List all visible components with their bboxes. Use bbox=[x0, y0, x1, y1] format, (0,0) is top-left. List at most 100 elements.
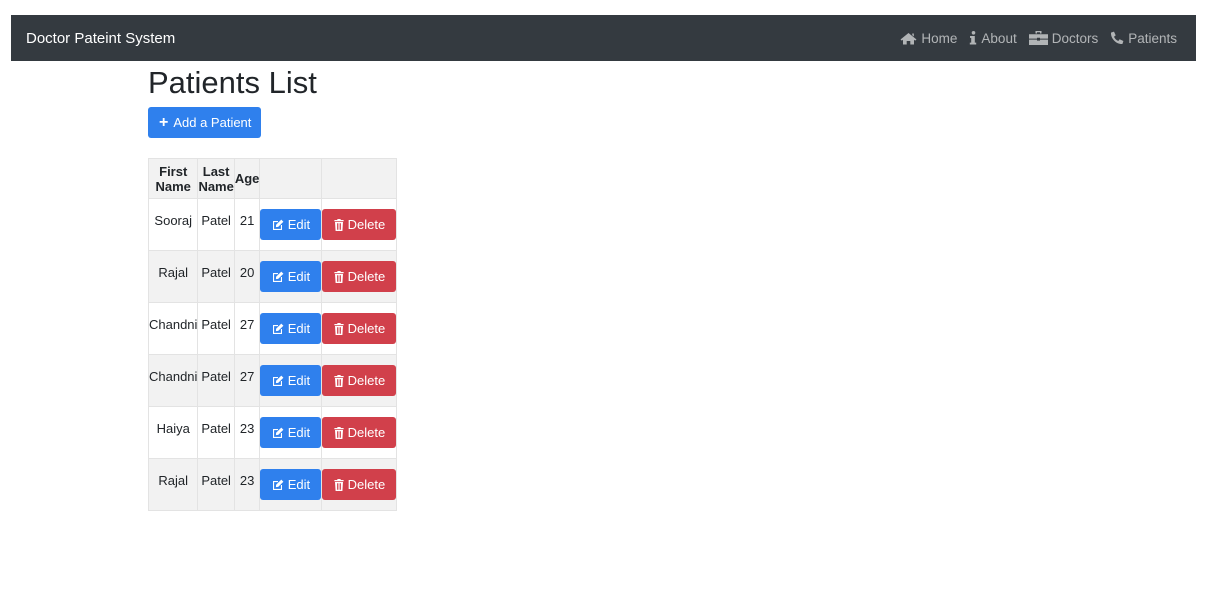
home-icon bbox=[900, 32, 917, 45]
nav-link-home-label: Home bbox=[921, 30, 958, 46]
delete-label: Delete bbox=[347, 217, 386, 232]
edit-icon bbox=[272, 479, 284, 491]
nav-link-doctors[interactable]: Doctors bbox=[1028, 30, 1099, 46]
delete-cell: Delete bbox=[321, 354, 398, 407]
delete-label: Delete bbox=[347, 321, 386, 336]
delete-cell: Delete bbox=[321, 406, 398, 459]
nav-link-patients-label: Patients bbox=[1128, 30, 1177, 46]
edit-icon bbox=[272, 375, 284, 387]
table-row: Haiya Patel 23 Edit Delete bbox=[147, 406, 398, 459]
edit-button[interactable]: Edit bbox=[260, 313, 322, 344]
top-navbar: Doctor Pateint System Home About Doctors… bbox=[11, 15, 1196, 61]
page-title: Patients List bbox=[148, 65, 317, 100]
edit-icon bbox=[272, 219, 284, 231]
patients-table-body: Sooraj Patel 21 Edit Delete Rajal Patel … bbox=[147, 198, 398, 511]
delete-label: Delete bbox=[347, 477, 386, 492]
delete-button[interactable]: Delete bbox=[322, 417, 397, 448]
delete-button[interactable]: Delete bbox=[322, 365, 397, 396]
edit-label: Edit bbox=[287, 269, 311, 284]
edit-icon bbox=[272, 323, 284, 335]
navbar-brand[interactable]: Doctor Pateint System bbox=[26, 30, 175, 47]
phone-icon bbox=[1110, 31, 1124, 45]
briefcase-icon bbox=[1028, 31, 1048, 45]
last-name-cell: Patel bbox=[197, 250, 235, 303]
last-name-cell: Patel bbox=[197, 198, 235, 251]
nav-link-home[interactable]: Home bbox=[900, 31, 957, 46]
table-row: Chandni Patel 27 Edit Delete bbox=[147, 302, 398, 355]
edit-button[interactable]: Edit bbox=[260, 469, 322, 500]
edit-button[interactable]: Edit bbox=[260, 417, 322, 448]
first-name-cell: Chandni bbox=[147, 354, 199, 407]
first-name-cell: Rajal bbox=[147, 458, 199, 511]
trash-icon bbox=[334, 426, 344, 439]
delete-button[interactable]: Delete bbox=[322, 209, 397, 240]
last-name-cell: Patel bbox=[197, 458, 235, 511]
delete-cell: Delete bbox=[321, 250, 398, 303]
main-content: Patients List + Add a Patient First Name… bbox=[147, 64, 398, 511]
edit-cell: Edit bbox=[259, 198, 323, 251]
delete-button[interactable]: Delete bbox=[322, 313, 397, 344]
table-row: Sooraj Patel 21 Edit Delete bbox=[147, 198, 398, 251]
trash-icon bbox=[334, 322, 344, 335]
delete-label: Delete bbox=[347, 373, 386, 388]
header-age: Age bbox=[233, 158, 261, 199]
edit-button[interactable]: Edit bbox=[260, 261, 322, 292]
plus-icon: + bbox=[159, 113, 169, 131]
edit-icon bbox=[272, 427, 284, 439]
header-last-name: Last Name bbox=[197, 158, 235, 199]
edit-cell: Edit bbox=[259, 354, 323, 407]
first-name-cell: Haiya bbox=[147, 406, 199, 459]
edit-cell: Edit bbox=[259, 302, 323, 355]
trash-icon bbox=[334, 374, 344, 387]
add-patient-button[interactable]: + Add a Patient bbox=[148, 107, 262, 138]
age-cell: 23 bbox=[233, 458, 261, 511]
age-cell: 27 bbox=[233, 302, 261, 355]
nav-link-doctors-label: Doctors bbox=[1051, 30, 1099, 46]
patients-table: First Name Last Name Age Sooraj Patel 21… bbox=[147, 158, 398, 511]
delete-button[interactable]: Delete bbox=[322, 261, 397, 292]
age-cell: 27 bbox=[233, 354, 261, 407]
delete-cell: Delete bbox=[321, 198, 398, 251]
trash-icon bbox=[334, 478, 344, 491]
first-name-cell: Sooraj bbox=[147, 198, 199, 251]
delete-label: Delete bbox=[347, 425, 386, 440]
edit-cell: Edit bbox=[259, 458, 323, 511]
last-name-cell: Patel bbox=[197, 406, 235, 459]
delete-label: Delete bbox=[347, 269, 386, 284]
table-row: Rajal Patel 23 Edit Delete bbox=[147, 458, 398, 511]
edit-label: Edit bbox=[287, 425, 311, 440]
table-row: Rajal Patel 20 Edit Delete bbox=[147, 250, 398, 303]
delete-cell: Delete bbox=[321, 458, 398, 511]
trash-icon bbox=[334, 218, 344, 231]
delete-cell: Delete bbox=[321, 302, 398, 355]
edit-cell: Edit bbox=[259, 250, 323, 303]
nav-link-about-label: About bbox=[981, 30, 1017, 46]
age-cell: 20 bbox=[233, 250, 261, 303]
last-name-cell: Patel bbox=[197, 302, 235, 355]
header-edit bbox=[259, 158, 323, 199]
info-icon bbox=[969, 31, 977, 45]
age-cell: 21 bbox=[233, 198, 261, 251]
edit-label: Edit bbox=[287, 217, 311, 232]
age-cell: 23 bbox=[233, 406, 261, 459]
header-first-name: First Name bbox=[147, 158, 199, 199]
last-name-cell: Patel bbox=[197, 354, 235, 407]
edit-button[interactable]: Edit bbox=[260, 209, 322, 240]
edit-label: Edit bbox=[287, 321, 311, 336]
edit-label: Edit bbox=[287, 477, 311, 492]
table-header-row: First Name Last Name Age bbox=[147, 158, 398, 199]
first-name-cell: Rajal bbox=[147, 250, 199, 303]
delete-button[interactable]: Delete bbox=[322, 469, 397, 500]
nav-link-patients[interactable]: Patients bbox=[1110, 31, 1177, 46]
table-row: Chandni Patel 27 Edit Delete bbox=[147, 354, 398, 407]
edit-icon bbox=[272, 271, 284, 283]
edit-cell: Edit bbox=[259, 406, 323, 459]
first-name-cell: Chandni bbox=[147, 302, 199, 355]
trash-icon bbox=[334, 270, 344, 283]
add-patient-label: Add a Patient bbox=[173, 115, 252, 130]
header-delete bbox=[321, 158, 398, 199]
nav-link-about[interactable]: About bbox=[969, 30, 1017, 46]
nav-links: Home About Doctors Patients bbox=[900, 31, 1177, 46]
edit-label: Edit bbox=[287, 373, 311, 388]
edit-button[interactable]: Edit bbox=[260, 365, 322, 396]
